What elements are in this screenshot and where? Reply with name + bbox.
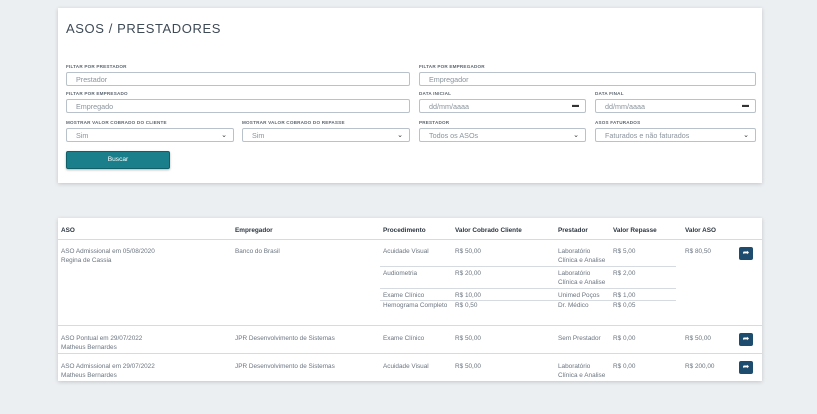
procedimento-cell: Acuidade Visual — [383, 363, 429, 370]
asos-faturados-label: ASOS FATURADOS — [595, 120, 641, 125]
chevron-down-icon: ⌄ — [397, 132, 403, 139]
data-inicial-value: dd/mm/aaaa — [429, 102, 469, 111]
aso-person: Regina de Cassia — [61, 257, 112, 264]
empresado-filter-label: FILTAR POR EMPRESADO — [66, 91, 128, 96]
prestador-cell-line2: Clínica e Analise — [558, 279, 606, 286]
valor-repasse-cell: R$ 5,00 — [613, 248, 636, 255]
valor-aso-cell: R$ 80,50 — [685, 248, 711, 255]
empregador-cell: JPR Desenvolvimento de Sistemas — [235, 335, 335, 342]
empregado-filter-input[interactable]: Empregado — [66, 99, 410, 113]
prestador-cell-line2: Clínica e Analise — [558, 257, 606, 264]
column-header-prestador: Prestador — [558, 227, 588, 234]
prestador-cell-line2: Clínica e Analise — [558, 372, 606, 379]
valor-cliente-cell: R$ 10,00 — [455, 292, 481, 299]
share-arrow-icon[interactable]: ➦ — [739, 247, 753, 260]
row-divider — [58, 353, 762, 354]
data-final-input[interactable]: dd/mm/aaaa ▬ — [595, 99, 756, 113]
column-header-procedimento: Procedimento — [383, 227, 426, 234]
page-title: ASOS / PRESTADORES — [66, 21, 222, 36]
empregador-filter-input[interactable]: Empregador — [419, 72, 756, 86]
aso-title: ASO Admissional em 29/07/2022 — [61, 363, 155, 370]
aso-title: ASO Pontual em 29/07/2022 — [61, 335, 143, 342]
valor-cliente-cell: R$ 50,00 — [455, 248, 481, 255]
column-header-empregador: Empregador — [235, 227, 273, 234]
aso-title: ASO Admissional em 05/08/2020 — [61, 248, 155, 255]
prestador-filter-input[interactable]: Prestador — [66, 72, 410, 86]
procedimento-cell: Audiometria — [383, 270, 418, 277]
header-divider — [58, 239, 762, 240]
column-header-aso: ASO — [61, 227, 75, 234]
valor-cliente-cell: R$ 20,00 — [455, 270, 481, 277]
calendar-icon[interactable]: ▬ — [742, 102, 749, 109]
procedimento-cell: Exame Clínico — [383, 292, 425, 299]
procedimento-cell: Hemograma Completo — [383, 302, 448, 309]
prestador-cell: Dr. Médico — [558, 302, 589, 309]
valor-repasse-value: Sim — [252, 131, 265, 140]
column-header-valor-repasse: Valor Repasse — [613, 227, 657, 234]
prestador-select[interactable]: Todos os ASOs ⌄ — [419, 128, 586, 142]
empregador-cell: Banco do Brasil — [235, 248, 280, 255]
valor-repasse-cell: R$ 0,05 — [613, 302, 636, 309]
filter-panel: ASOS / PRESTADORES FILTAR POR PRESTADOR … — [58, 8, 762, 183]
valor-repasse-cell: R$ 1,00 — [613, 292, 636, 299]
valor-aso-cell: R$ 50,00 — [685, 335, 711, 342]
asos-faturados-value: Faturados e não faturados — [605, 131, 690, 140]
valor-repasse-cell: R$ 2,00 — [613, 270, 636, 277]
valor-cliente-cell: R$ 50,00 — [455, 363, 481, 370]
valor-aso-cell: R$ 200,00 — [685, 363, 715, 370]
prestador-filter-label: FILTAR POR PRESTADOR — [66, 64, 127, 69]
share-arrow-icon[interactable]: ➦ — [739, 361, 753, 374]
procedure-divider — [380, 266, 676, 267]
row-divider — [58, 325, 762, 326]
data-final-label: DATA FINAL — [595, 91, 624, 96]
valor-cliente-value: Sim — [76, 131, 89, 140]
chevron-down-icon: ⌄ — [221, 132, 227, 139]
share-arrow-icon[interactable]: ➦ — [739, 333, 753, 346]
valor-repasse-cell: R$ 0,00 — [613, 335, 636, 342]
valor-cliente-select[interactable]: Sim ⌄ — [66, 128, 234, 142]
prestador-cell: Unimed Poços — [558, 292, 600, 299]
data-inicial-input[interactable]: dd/mm/aaaa ▬ — [419, 99, 586, 113]
valor-repasse-cell: R$ 0,00 — [613, 363, 636, 370]
empregador-filter-label: FILTAR POR EMPREGADOR — [419, 64, 485, 69]
search-button[interactable]: Buscar — [66, 151, 170, 169]
valor-repasse-label: MOSTRAR VALOR COBRADO DO REPASSE — [242, 120, 345, 125]
asos-table: ASO Empregador Procedimento Valor Cobrad… — [58, 218, 762, 381]
chevron-down-icon: ⌄ — [743, 132, 749, 139]
column-header-valor-cliente: Valor Cobrado Cliente — [455, 227, 522, 234]
procedimento-cell: Exame Clínico — [383, 335, 425, 342]
data-final-value: dd/mm/aaaa — [605, 102, 645, 111]
valor-cliente-cell: R$ 50,00 — [455, 335, 481, 342]
aso-person: Matheus Bernardes — [61, 372, 117, 379]
prestador-select-label: PRESTADOR — [419, 120, 450, 125]
empregador-cell: JPR Desenvolvimento de Sistemas — [235, 363, 335, 370]
valor-cliente-label: MOSTRAR VALOR COBRADO DO CLIENTE — [66, 120, 167, 125]
aso-person: Matheus Bernardes — [61, 344, 117, 351]
prestador-cell: Laboratório — [558, 248, 591, 255]
chevron-down-icon: ⌄ — [573, 132, 579, 139]
asos-faturados-select[interactable]: Faturados e não faturados ⌄ — [595, 128, 756, 142]
prestador-select-value: Todos os ASOs — [429, 131, 479, 140]
prestador-cell: Laboratório — [558, 270, 591, 277]
data-inicial-label: DATA INICIAL — [419, 91, 452, 96]
valor-cliente-cell: R$ 0,50 — [455, 302, 478, 309]
procedimento-cell: Acuidade Visual — [383, 248, 429, 255]
procedure-divider — [380, 288, 676, 289]
column-header-valor-aso: Valor ASO — [685, 227, 717, 234]
prestador-cell: Sem Prestador — [558, 335, 601, 342]
valor-repasse-select[interactable]: Sim ⌄ — [242, 128, 410, 142]
prestador-cell: Laboratório — [558, 363, 591, 370]
calendar-icon[interactable]: ▬ — [572, 102, 579, 109]
